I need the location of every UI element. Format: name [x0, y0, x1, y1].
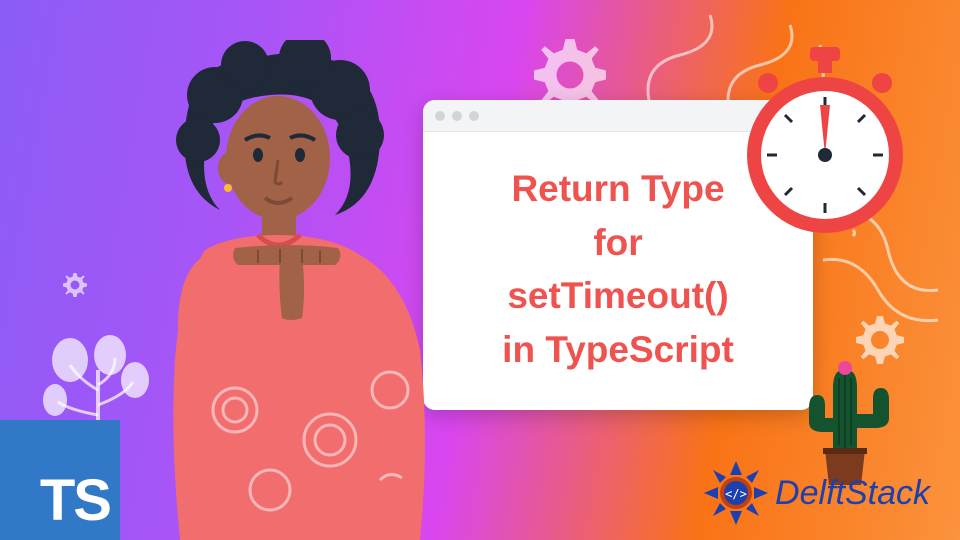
gear-icon: [60, 270, 90, 300]
woman-illustration: [130, 40, 500, 540]
brand-logo-icon: </>: [701, 458, 771, 528]
brand-name: DelftStack: [775, 474, 930, 513]
svg-text:</>: </>: [725, 487, 747, 501]
stopwatch-icon: [740, 45, 910, 245]
brand: </> DelftStack: [701, 458, 930, 528]
typescript-logo: TS: [0, 420, 120, 540]
ts-logo-text: TS: [40, 467, 110, 534]
